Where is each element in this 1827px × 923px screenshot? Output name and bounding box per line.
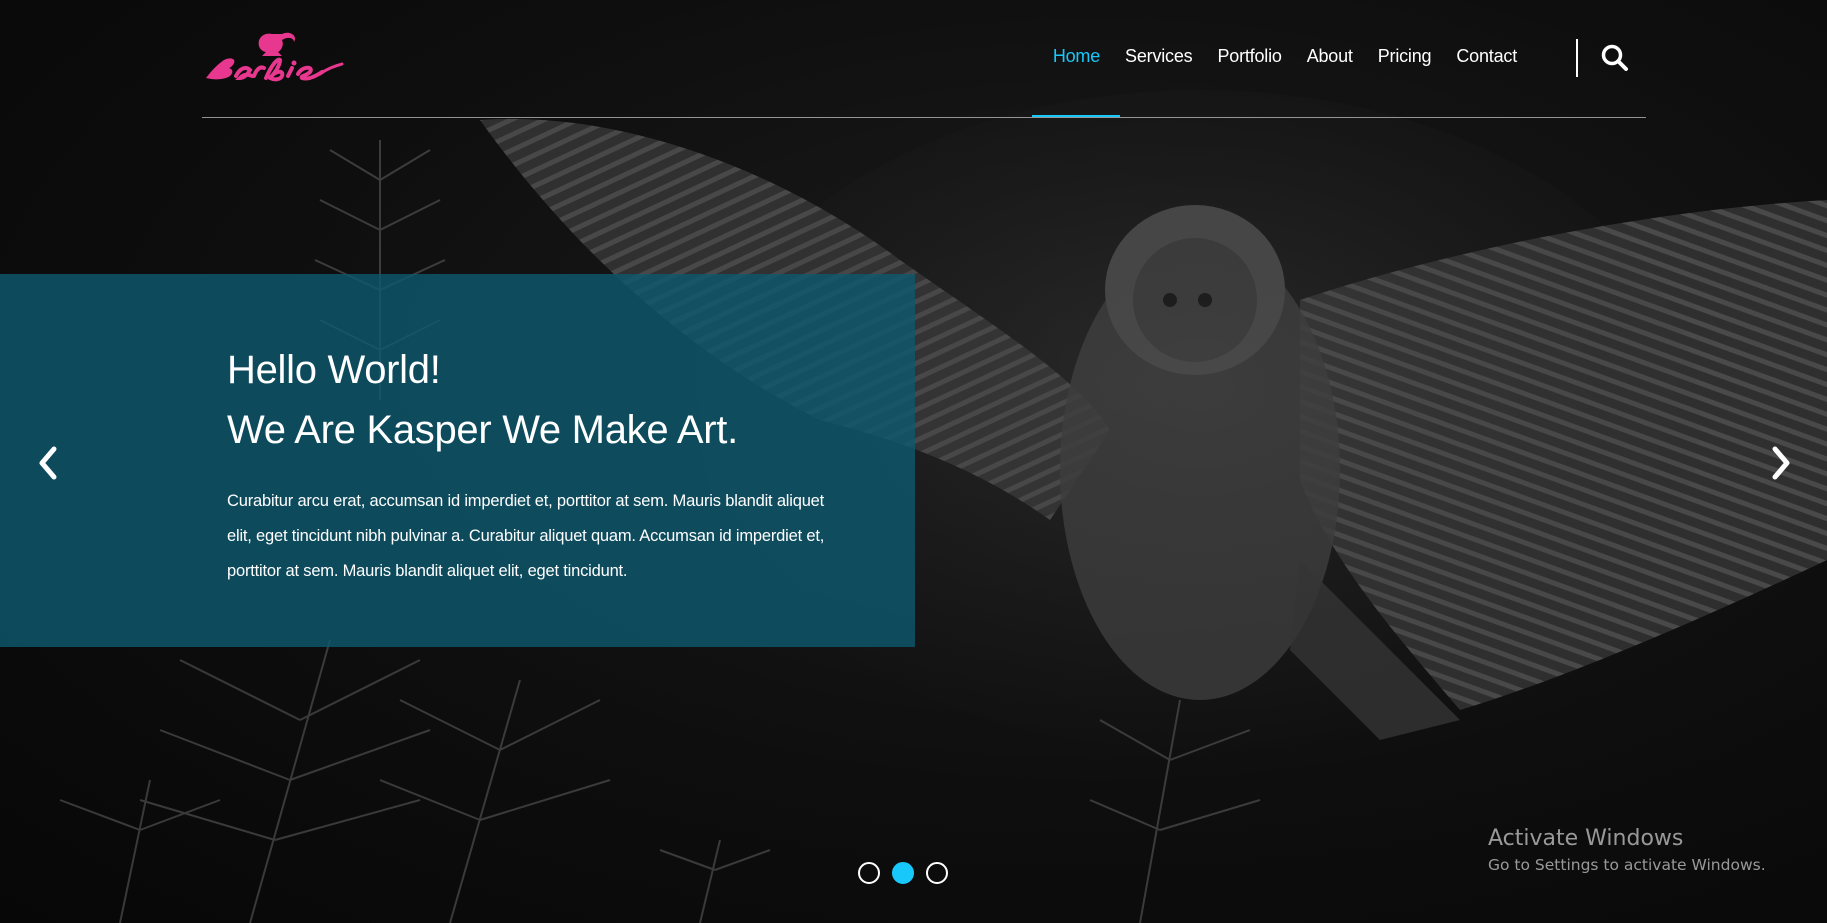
main-nav: Home Services Portfolio About Pricing Co… <box>1031 42 1529 117</box>
chevron-left-icon <box>39 446 57 480</box>
carousel-dot-2[interactable] <box>892 862 914 884</box>
nav-label-pricing[interactable]: Pricing <box>1378 46 1432 66</box>
slide-title: Hello World! We Are Kasper We Make Art. <box>227 340 738 460</box>
nav-label-portfolio[interactable]: Portfolio <box>1217 46 1281 66</box>
hero-section: Home Services Portfolio About Pricing Co… <box>0 0 1827 923</box>
brand-logo[interactable] <box>202 30 347 84</box>
nav-label-home[interactable]: Home <box>1053 46 1100 66</box>
nav-label-about[interactable]: About <box>1307 46 1353 66</box>
active-nav-underline <box>1031 115 1121 117</box>
nav-item-contact[interactable]: Contact <box>1443 42 1529 67</box>
windows-activation-watermark: Activate Windows Go to Settings to activ… <box>1488 824 1766 876</box>
carousel-dot-1[interactable] <box>858 862 880 884</box>
carousel-indicators <box>858 862 948 884</box>
watermark-title: Activate Windows <box>1488 826 1684 851</box>
slide-title-line-2: We Are Kasper We Make Art. <box>227 408 738 452</box>
nav-item-pricing[interactable]: Pricing <box>1365 42 1444 67</box>
chevron-right-icon <box>1772 446 1790 480</box>
nav-divider <box>1576 39 1578 77</box>
nav-item-about[interactable]: About <box>1294 42 1365 67</box>
slide-description: Curabitur arcu erat, accumsan id imperdi… <box>227 492 825 580</box>
nav-item-home[interactable]: Home <box>1031 42 1121 117</box>
nav-item-portfolio[interactable]: Portfolio <box>1204 42 1293 67</box>
slide-caption-box: Hello World! We Are Kasper We Make Art. … <box>0 274 915 647</box>
carousel-next-button[interactable] <box>1763 443 1799 483</box>
barbie-logo-icon <box>206 32 344 82</box>
slide-title-line-1: Hello World! <box>227 348 441 392</box>
nav-item-services[interactable]: Services <box>1112 42 1204 67</box>
carousel-prev-button[interactable] <box>30 443 66 483</box>
carousel-dot-3[interactable] <box>926 862 948 884</box>
site-header: Home Services Portfolio About Pricing Co… <box>202 0 1646 118</box>
search-icon <box>1601 44 1628 71</box>
nav-label-services[interactable]: Services <box>1125 46 1193 66</box>
search-button[interactable] <box>1600 43 1630 73</box>
watermark-subtitle: Go to Settings to activate Windows. <box>1488 856 1766 874</box>
nav-label-contact[interactable]: Contact <box>1456 46 1517 66</box>
